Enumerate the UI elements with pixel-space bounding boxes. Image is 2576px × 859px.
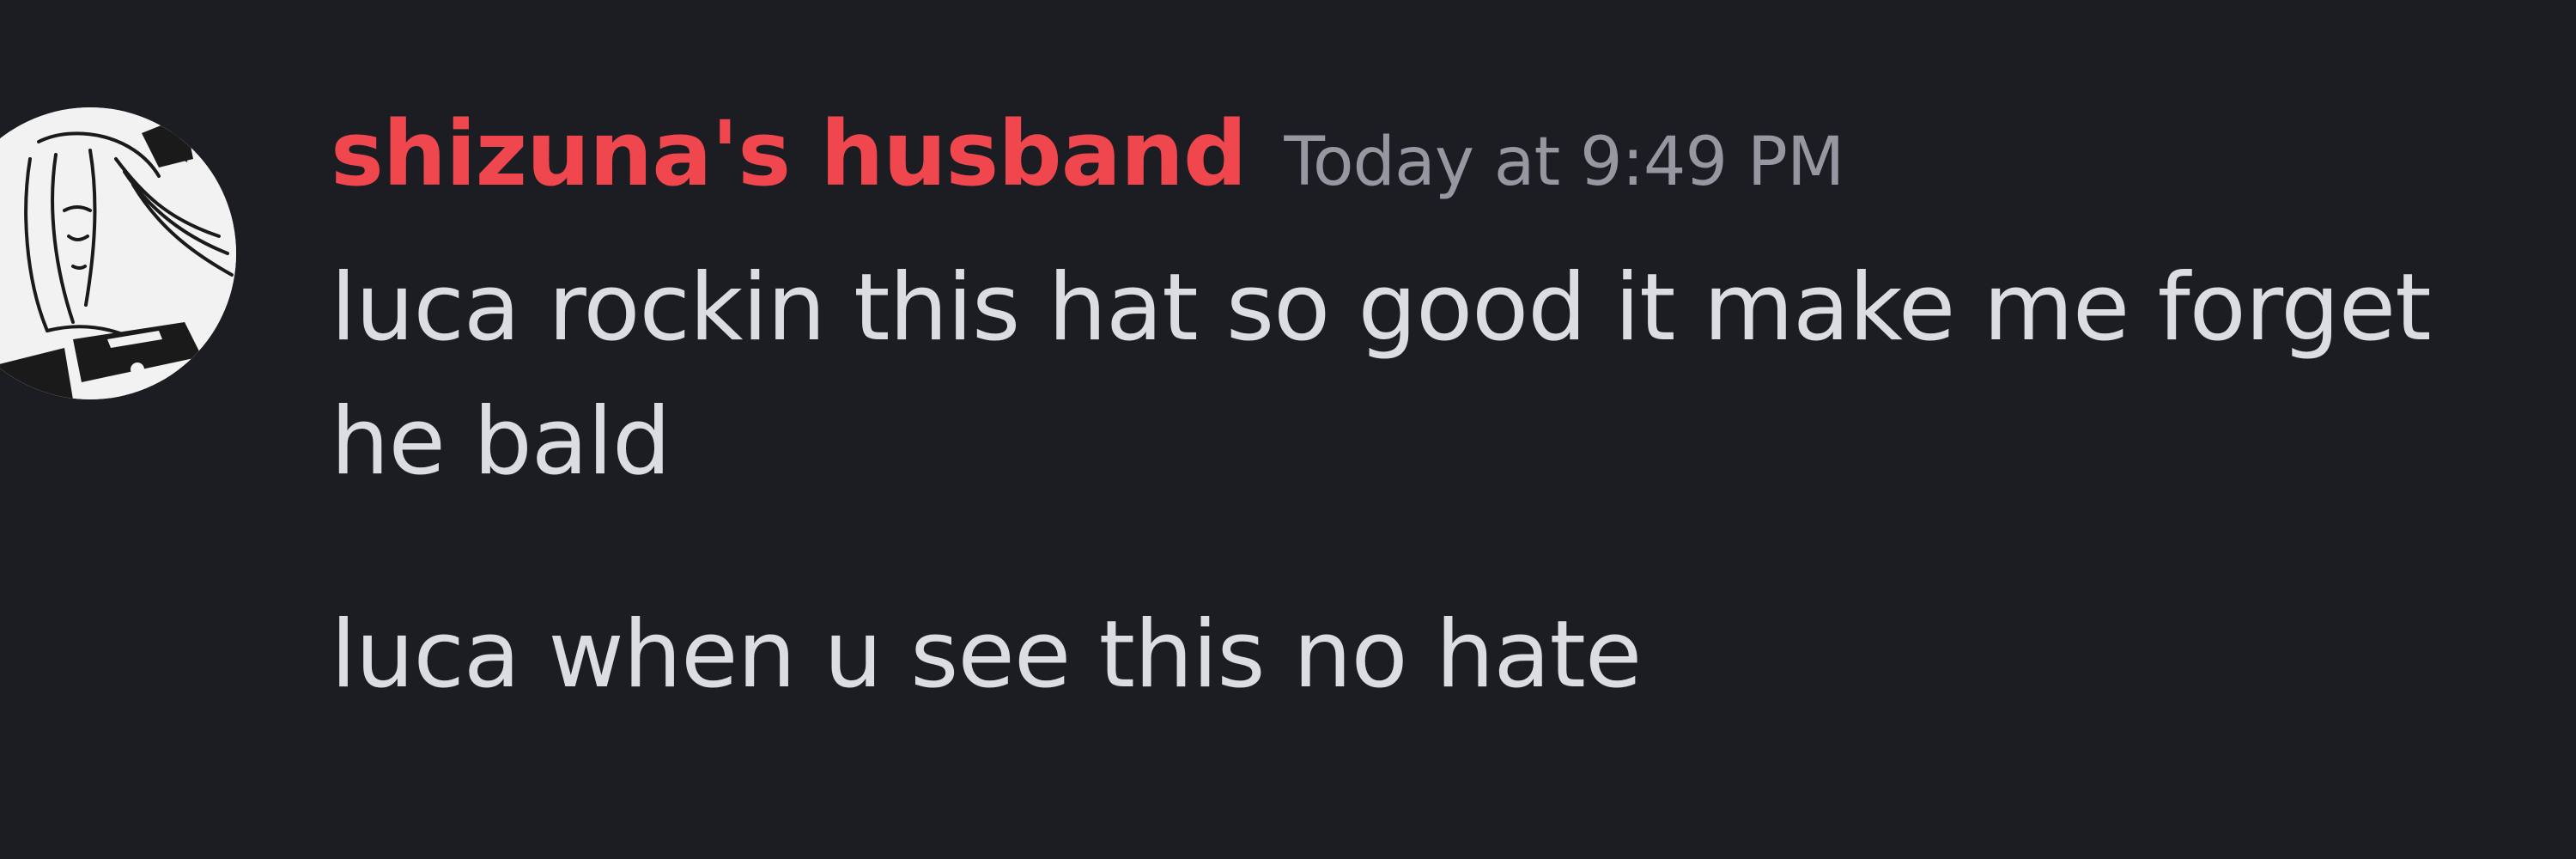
message-text-line: luca rockin this hat so good it make me … [331, 254, 2432, 362]
message-text-line: he bald [331, 388, 671, 496]
message-group: shizuna's husband Today at 9:49 PM luca … [0, 0, 2576, 859]
username[interactable]: shizuna's husband [331, 101, 1247, 206]
user-avatar[interactable] [0, 107, 236, 399]
message-header: shizuna's husband Today at 9:49 PM [331, 101, 1844, 206]
message-timestamp[interactable]: Today at 9:49 PM [1284, 124, 1844, 201]
anime-avatar-icon [0, 107, 236, 399]
message-text-line: luca when u see this no hate [331, 601, 1642, 709]
